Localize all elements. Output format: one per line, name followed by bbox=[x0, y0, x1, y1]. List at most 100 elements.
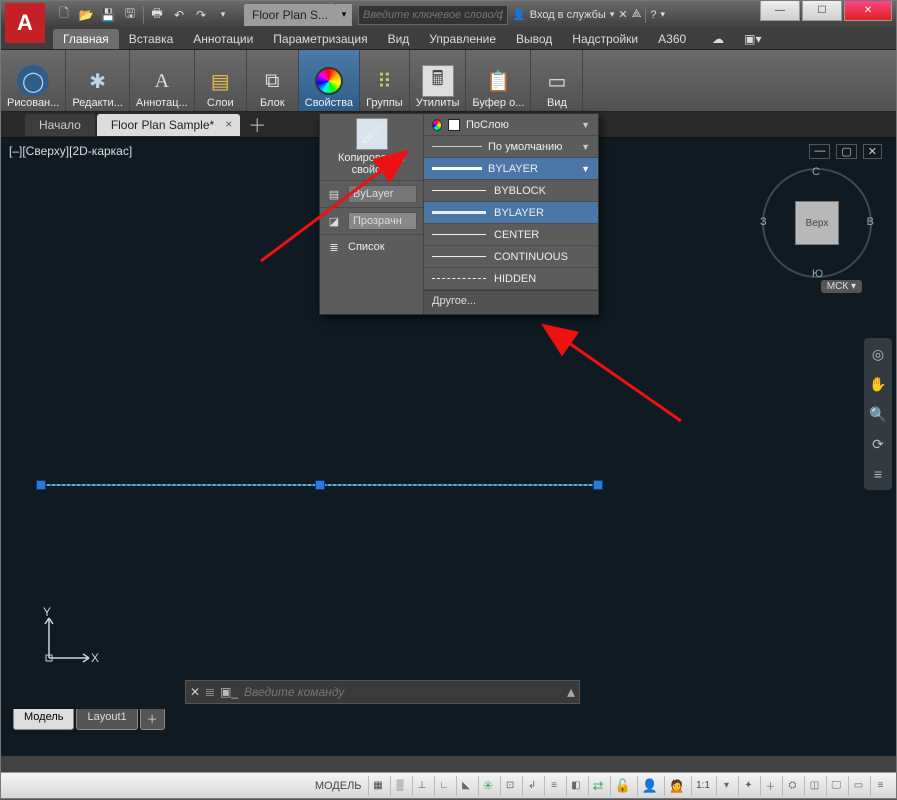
status-osnap-icon[interactable]: ✳ bbox=[478, 776, 498, 796]
status-transparency-display-icon[interactable]: ◧ bbox=[566, 776, 586, 796]
file-tab-add-icon[interactable]: ＋ bbox=[242, 112, 272, 138]
ribbon-tab-addins[interactable]: Надстройки bbox=[562, 29, 648, 49]
ribbon-tab-a360[interactable]: A360 bbox=[648, 29, 696, 49]
tab-add-layout-icon[interactable]: ＋ bbox=[140, 709, 165, 730]
linetype-other-button[interactable]: Другое... bbox=[424, 290, 598, 314]
linetype-dropdown[interactable]: BYLAYER ▼ bbox=[424, 158, 598, 180]
panel-properties[interactable]: Свойства bbox=[299, 50, 360, 111]
window-minimize-button[interactable]: — bbox=[760, 1, 800, 21]
panel-view[interactable]: ▭Вид bbox=[531, 50, 583, 111]
ribbon-expand-icon[interactable]: ☁ bbox=[702, 29, 734, 49]
ribbon-tab-insert[interactable]: Вставка bbox=[119, 29, 184, 49]
nav-pan-icon[interactable]: ✋ bbox=[868, 374, 888, 394]
keyword-search-input[interactable] bbox=[358, 5, 508, 25]
status-dynamic-input-icon[interactable]: 🔓 bbox=[610, 776, 635, 796]
status-polar-icon[interactable]: ∟ bbox=[434, 776, 454, 796]
status-model-button[interactable]: МОДЕЛЬ bbox=[311, 776, 366, 796]
linetype-option-byblock[interactable]: BYBLOCK bbox=[424, 180, 598, 202]
status-annotation-visibility-icon[interactable]: ＋ bbox=[760, 776, 780, 796]
status-snapgrid-icon[interactable]: ▒ bbox=[390, 776, 410, 796]
viewcube[interactable]: С Ю В З Верх bbox=[762, 168, 872, 278]
nav-orbit-icon[interactable]: ⟳ bbox=[868, 434, 888, 454]
viewport-maximize-icon[interactable]: ▢ bbox=[836, 144, 856, 159]
status-gizmo-icon[interactable]: ✦ bbox=[738, 776, 758, 796]
status-ortho-icon[interactable]: ⊥ bbox=[412, 776, 432, 796]
qat-undo-icon[interactable]: ↶ bbox=[168, 4, 190, 26]
grip-end[interactable] bbox=[593, 480, 603, 490]
signin-icon[interactable]: 👤 bbox=[512, 8, 526, 21]
command-input[interactable] bbox=[244, 685, 561, 699]
panel-draw[interactable]: ◯Рисован... bbox=[1, 50, 66, 111]
panel-annotation[interactable]: AАннотац... bbox=[130, 50, 195, 111]
nav-zoom-icon[interactable]: 🔍 bbox=[868, 404, 888, 424]
qat-save-icon[interactable]: 💾 bbox=[97, 4, 119, 26]
color-dropdown[interactable]: ПоСлою ▼ bbox=[424, 114, 598, 136]
tab-layout1[interactable]: Layout1 bbox=[76, 709, 137, 730]
list-button[interactable]: ≣ Список bbox=[320, 234, 423, 263]
view-label[interactable]: [–][Сверху][2D-каркас] bbox=[9, 144, 132, 158]
panel-modify[interactable]: ✱Редакти... bbox=[66, 50, 130, 111]
status-cleanscreen-icon[interactable]: ▭ bbox=[848, 776, 868, 796]
match-properties-button[interactable]: 🖌 Копирование свойств bbox=[320, 114, 423, 180]
cmd-drag-handle[interactable] bbox=[206, 689, 214, 696]
qat-more-icon[interactable]: ▾ bbox=[212, 4, 234, 26]
linetype-option-center[interactable]: CENTER bbox=[424, 224, 598, 246]
panel-utilities[interactable]: 🖩Утилиты bbox=[410, 50, 467, 111]
layer-combo[interactable]: ▤ ByLayer bbox=[320, 180, 423, 207]
status-workspace-icon[interactable]: ⛭ bbox=[782, 776, 802, 796]
panel-groups[interactable]: ⠿Группы bbox=[360, 50, 410, 111]
ribbon-tab-output[interactable]: Вывод bbox=[506, 29, 562, 49]
status-annoscale-icon[interactable]: 🙍 bbox=[664, 776, 689, 796]
status-isoplane-icon[interactable]: ◣ bbox=[456, 776, 476, 796]
cmd-close-icon[interactable]: ✕ bbox=[190, 685, 200, 699]
selected-line-entity[interactable] bbox=[37, 484, 602, 486]
ribbon-collapse-icon[interactable]: ▣▾ bbox=[734, 29, 771, 49]
ribbon-tab-parametric[interactable]: Параметризация bbox=[263, 29, 377, 49]
linetype-option-hidden[interactable]: HIDDEN bbox=[424, 268, 598, 290]
panel-clipboard[interactable]: 📋Буфер о... bbox=[466, 50, 531, 111]
signin-label[interactable]: Вход в службы bbox=[530, 9, 606, 21]
viewcube-north[interactable]: С bbox=[812, 166, 820, 178]
viewcube-south[interactable]: Ю bbox=[812, 268, 823, 280]
signin-chevron-icon[interactable]: ▾ bbox=[610, 9, 615, 20]
window-close-button[interactable]: ✕ bbox=[844, 1, 892, 21]
status-quickprops-icon[interactable]: 👤 bbox=[637, 776, 662, 796]
viewport-minimize-icon[interactable]: — bbox=[809, 144, 830, 159]
viewport-close-icon[interactable]: ✕ bbox=[863, 144, 882, 159]
file-tab-start[interactable]: Начало bbox=[25, 114, 95, 136]
qat-new-icon[interactable]: 🗋 bbox=[53, 4, 75, 26]
help-chevron-icon[interactable]: ▾ bbox=[661, 9, 666, 20]
panel-block[interactable]: ⧉Блок bbox=[247, 50, 299, 111]
a360-icon[interactable]: ⟁ bbox=[632, 8, 642, 21]
linetype-option-continuous[interactable]: CONTINUOUS bbox=[424, 246, 598, 268]
status-otrack-icon[interactable]: ↲ bbox=[522, 776, 542, 796]
transparency-combo[interactable]: ◪ Прозрачн bbox=[320, 207, 423, 234]
nav-showhide-icon[interactable]: ≡ bbox=[868, 464, 888, 484]
qat-saveas-icon[interactable]: 🖫 bbox=[119, 4, 141, 26]
grip-mid[interactable] bbox=[315, 480, 325, 490]
status-lineweight-display-icon[interactable]: ≡ bbox=[544, 776, 564, 796]
tab-model[interactable]: Модель bbox=[13, 709, 74, 730]
linetype-option-bylayer[interactable]: BYLAYER bbox=[424, 202, 598, 224]
help-icon[interactable]: ? bbox=[650, 9, 656, 21]
lineweight-dropdown[interactable]: По умолчанию ▼ bbox=[424, 136, 598, 158]
title-dropdown-icon[interactable]: ▾ bbox=[336, 4, 352, 26]
qat-open-icon[interactable]: 📂 bbox=[75, 4, 97, 26]
app-logo[interactable]: A bbox=[5, 3, 45, 43]
nav-full-icon[interactable]: ◎ bbox=[868, 344, 888, 364]
ribbon-tab-home[interactable]: Главная bbox=[53, 29, 119, 49]
qat-redo-icon[interactable]: ↷ bbox=[190, 4, 212, 26]
status-scale-combo[interactable]: 1:1 bbox=[691, 776, 714, 796]
wcs-chip[interactable]: МСК ▾ bbox=[821, 280, 862, 293]
ribbon-tab-view[interactable]: Вид bbox=[378, 29, 420, 49]
status-monitor-icon[interactable]: ◫ bbox=[804, 776, 824, 796]
window-maximize-button[interactable]: ☐ bbox=[802, 1, 842, 21]
panel-layers[interactable]: ▤Слои bbox=[195, 50, 247, 111]
viewcube-ring[interactable] bbox=[762, 168, 872, 278]
status-scale-chevron-icon[interactable]: ▾ bbox=[716, 776, 736, 796]
status-selection-cycling-icon[interactable]: ⇄ bbox=[588, 776, 608, 796]
cmd-history-icon[interactable]: ▴ bbox=[567, 682, 575, 702]
grip-start[interactable] bbox=[36, 480, 46, 490]
ribbon-tab-manage[interactable]: Управление bbox=[419, 29, 506, 49]
qat-print-icon[interactable]: 🖶 bbox=[146, 4, 168, 26]
